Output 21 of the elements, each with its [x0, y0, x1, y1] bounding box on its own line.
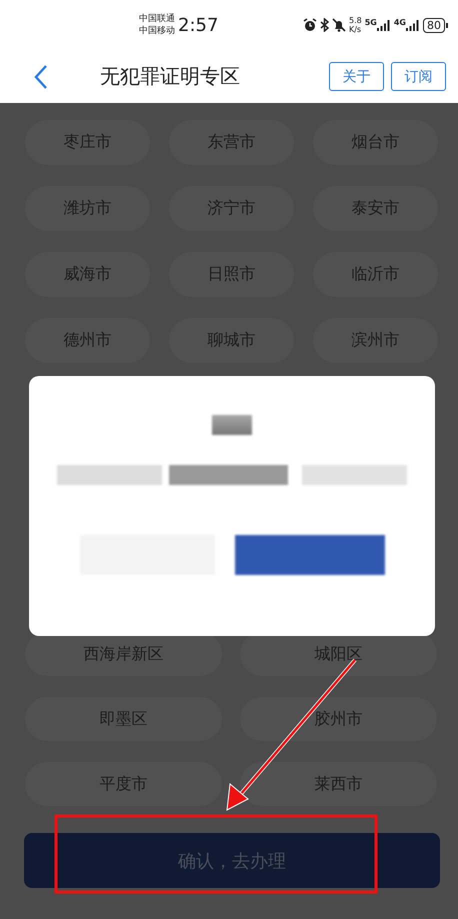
bluetooth-icon	[320, 18, 329, 32]
header-button[interactable]: 关于	[329, 62, 384, 91]
back-chevron-icon	[34, 64, 48, 90]
muted-bell-icon	[332, 18, 346, 32]
carrier-name: 中国联通	[139, 13, 175, 25]
clock-time: 2:57	[178, 14, 218, 36]
page-title: 无犯罪证明专区	[100, 63, 241, 90]
network-type: 5G	[364, 18, 377, 27]
blurred-title	[212, 415, 252, 435]
net-speed-unit: K/s	[348, 25, 362, 34]
alarm-icon	[302, 18, 317, 32]
blurred-button[interactable]	[234, 535, 384, 575]
signal-icon	[406, 19, 420, 31]
signal-icon	[376, 19, 391, 31]
network-type: 4G	[394, 18, 406, 27]
header-button[interactable]: 订阅	[391, 62, 446, 91]
carrier-name: 中国移动	[139, 25, 175, 37]
confirm-button[interactable]: 确认，去办理	[24, 833, 440, 888]
back-button[interactable]	[34, 62, 50, 90]
battery-level: 80	[423, 18, 445, 32]
net-speed-value: 5.8	[348, 16, 362, 25]
